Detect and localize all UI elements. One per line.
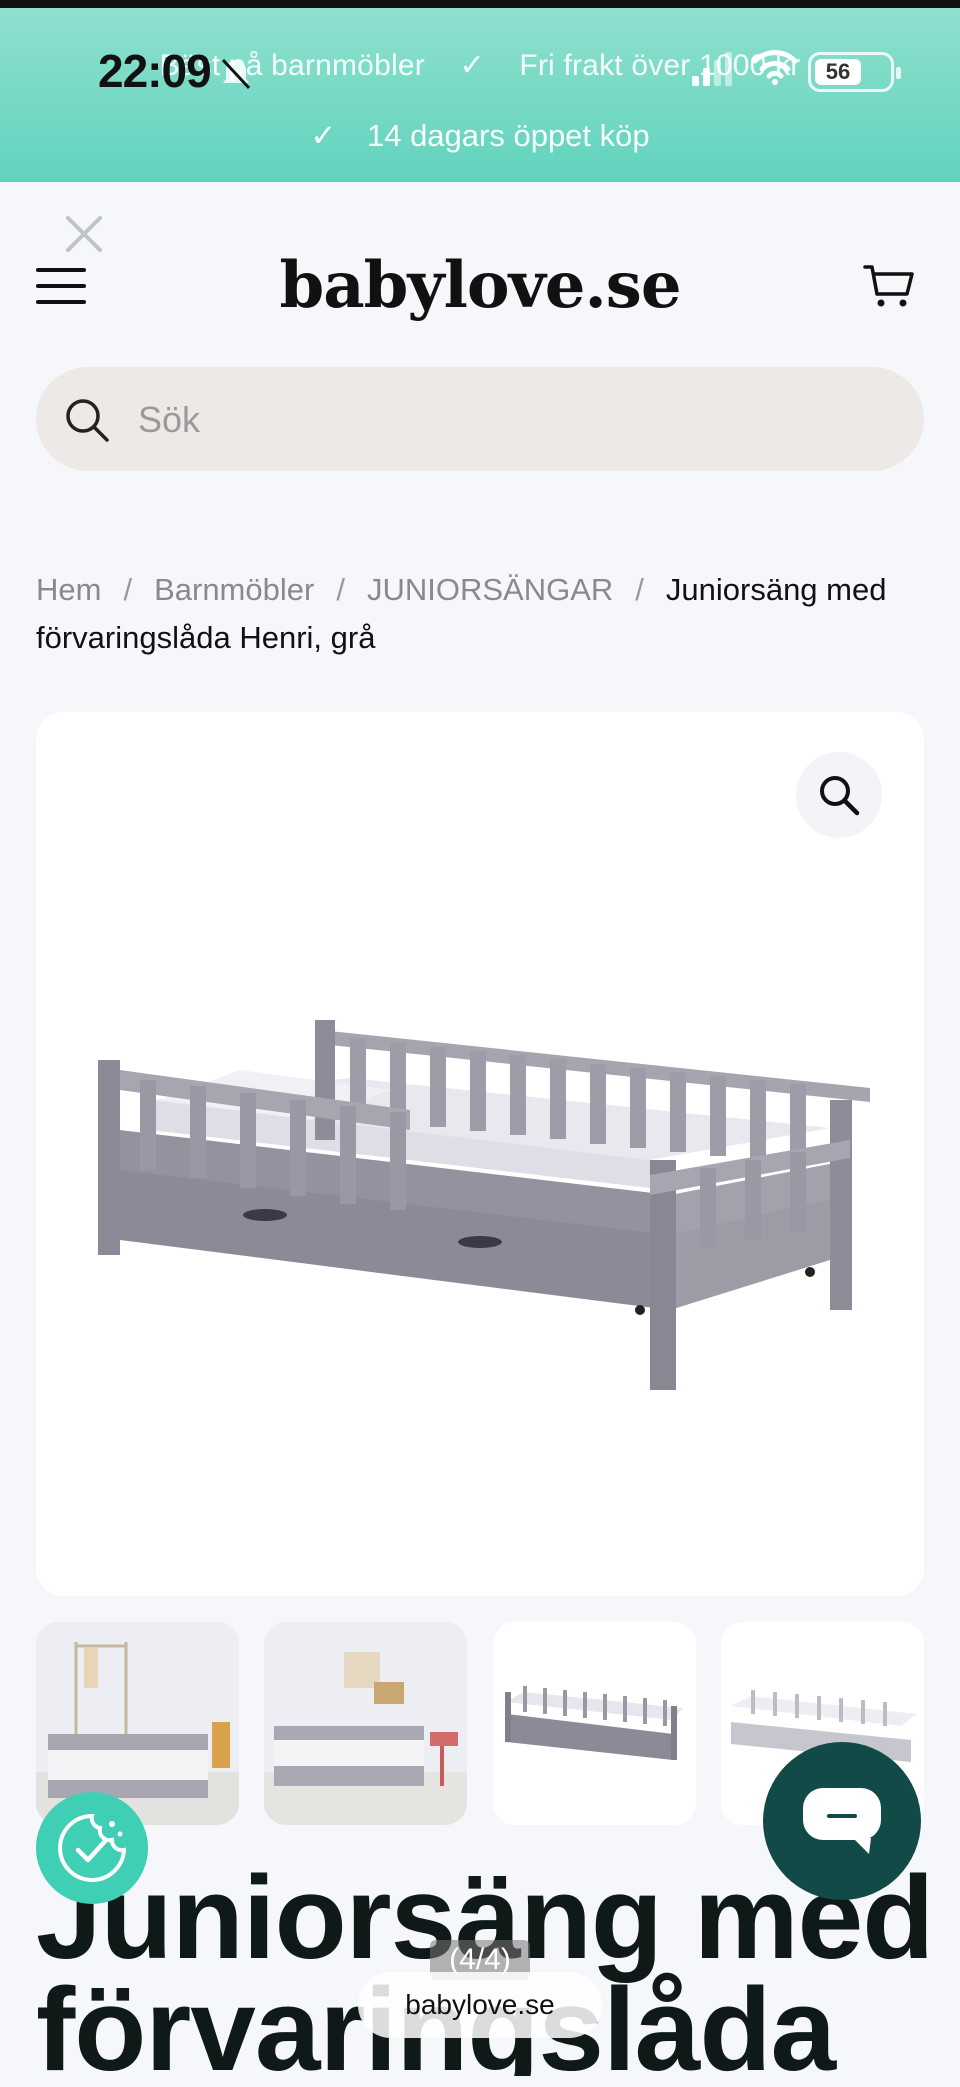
cookie-icon xyxy=(58,1813,127,1882)
breadcrumb-separator: / xyxy=(635,572,644,607)
search-bar[interactable]: Sök xyxy=(36,367,924,471)
browser-url-bar[interactable]: babylove.se xyxy=(358,1972,602,2038)
breadcrumb-juniorsangar[interactable]: JUNIORSÄNGAR xyxy=(367,572,613,607)
check-icon: ✓ xyxy=(310,118,337,153)
status-time: 22:09 xyxy=(98,45,212,97)
battery-level: 56 xyxy=(815,59,861,85)
thumbnail-bed-image xyxy=(493,1622,696,1825)
search-icon xyxy=(66,399,109,442)
cart-icon[interactable] xyxy=(862,262,916,310)
battery-indicator: 56 xyxy=(808,52,901,92)
search-input[interactable]: Sök xyxy=(138,399,200,441)
zoom-icon xyxy=(820,776,860,816)
home-indicator xyxy=(0,2076,960,2087)
bell-off-icon xyxy=(221,58,251,90)
breadcrumb-separator: / xyxy=(336,572,345,607)
zoom-button[interactable] xyxy=(796,752,882,838)
check-icon: ✓ xyxy=(459,49,485,82)
product-thumbnail-3[interactable] xyxy=(493,1622,696,1825)
thumbnail-room-image xyxy=(264,1622,467,1825)
announcement-line-2: ✓ 14 dagars öppet köp xyxy=(0,118,960,154)
chat-button[interactable] xyxy=(763,1742,921,1900)
wifi-icon xyxy=(752,50,798,85)
cellular-signal-icon xyxy=(692,52,732,86)
battery-nub xyxy=(896,67,901,79)
bed-illustration xyxy=(98,1020,870,1390)
breadcrumb-separator: / xyxy=(123,572,133,607)
cookie-settings-button[interactable] xyxy=(36,1792,148,1904)
breadcrumb-home[interactable]: Hem xyxy=(36,572,101,607)
breadcrumb: Hem / Barnmöbler / JUNIORSÄNGAR / Juniorsäng m… xyxy=(36,566,916,662)
thumbnail-room-image xyxy=(36,1622,239,1825)
breadcrumb-barnmobler[interactable]: Barnmöbler xyxy=(154,572,314,607)
chat-icon xyxy=(803,1788,881,1854)
product-thumbnail-2[interactable] xyxy=(264,1622,467,1825)
announcement-item-3: 14 dagars öppet köp xyxy=(366,118,650,153)
product-thumbnail-1[interactable] xyxy=(36,1622,239,1825)
site-logo[interactable]: babylove.se xyxy=(0,248,960,323)
